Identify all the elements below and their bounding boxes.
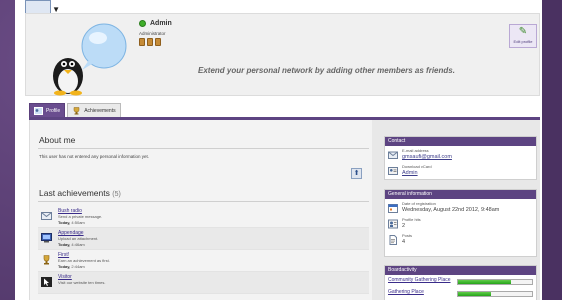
list-item: Visitor Visit our website ten times. bbox=[38, 272, 369, 294]
vcard-icon bbox=[388, 167, 398, 175]
date-time: 2:44am bbox=[71, 264, 85, 269]
monitor-icon bbox=[41, 233, 52, 243]
date-label: Today, bbox=[58, 242, 71, 247]
registration-value: Wednesday, August 22nd 2012, 9:48am bbox=[402, 207, 500, 213]
rank-icon bbox=[147, 38, 153, 46]
achievement-date: Today, 2:44am bbox=[58, 264, 110, 270]
about-title: About me bbox=[39, 135, 76, 145]
board-link[interactable]: Community Gathering Place bbox=[388, 277, 457, 283]
list-item: Bush radio Send a private message. Today… bbox=[38, 206, 369, 228]
board-link[interactable]: Gathering Place bbox=[388, 289, 457, 295]
trophy-icon bbox=[43, 255, 50, 265]
document-icon bbox=[389, 235, 397, 245]
username: Admin bbox=[150, 20, 172, 27]
achievements-count: (5) bbox=[112, 191, 121, 198]
general-info-title: General information bbox=[385, 190, 536, 199]
email-row: E-mail address gmsaufi@gmail.com bbox=[385, 146, 536, 162]
rank-icon bbox=[155, 38, 161, 46]
profile-hits-icon bbox=[388, 219, 398, 229]
divider bbox=[38, 201, 369, 202]
posts-value: 4 bbox=[402, 239, 406, 245]
scroll-to-top-button[interactable]: ⬆ bbox=[351, 168, 362, 179]
sidebar: Contact E-mail address gmsaufi@gmail.com bbox=[372, 120, 540, 300]
achievement-date: Today, 4:50am bbox=[58, 220, 102, 226]
extend-network-message: Extend your personal network by adding o… bbox=[198, 66, 455, 75]
vcard-link[interactable]: Admin bbox=[402, 170, 432, 176]
email-link[interactable]: gmsaufi@gmail.com bbox=[402, 154, 452, 160]
date-time: 4:50am bbox=[71, 220, 85, 225]
contact-title: Contact bbox=[385, 137, 536, 146]
posts-row: Posts 4 bbox=[385, 231, 536, 247]
pencil-icon: ✎ bbox=[518, 26, 528, 37]
cursor-icon bbox=[41, 277, 52, 287]
achievement-desc: Visit our website ten times. bbox=[58, 280, 106, 285]
activity-bar-fill bbox=[457, 292, 492, 296]
profile-tabs: Profile Achievements bbox=[29, 103, 121, 117]
profile-hits-value: 2 bbox=[402, 223, 406, 229]
registration-row: Date of registration Wednesday, August 2… bbox=[385, 199, 536, 215]
avatar bbox=[53, 23, 127, 96]
tab-label: Achievements bbox=[84, 107, 116, 114]
menu-dropdown-icon[interactable]: ▼ bbox=[25, 0, 60, 14]
user-role: Administrator bbox=[139, 31, 166, 36]
activity-bar bbox=[456, 279, 533, 285]
achievements-list: Bush radio Send a private message. Today… bbox=[38, 206, 369, 294]
contact-box: Contact E-mail address gmsaufi@gmail.com bbox=[384, 136, 537, 180]
list-item: Appendage Upload an attachment. Today, 4… bbox=[38, 228, 369, 250]
rank-icon bbox=[139, 38, 145, 46]
achievements-title: Last achievements (5) bbox=[39, 188, 121, 198]
online-status-icon bbox=[139, 20, 146, 27]
achievement-date: Today, 4:46am bbox=[58, 242, 98, 248]
tab-achievements[interactable]: Achievements bbox=[67, 103, 121, 117]
envelope-icon bbox=[41, 212, 52, 220]
profile-icon bbox=[34, 106, 43, 115]
board-activity-row: Gathering Place bbox=[385, 287, 536, 299]
activity-bar-fill bbox=[457, 280, 512, 284]
edit-profile-label: Edit profile bbox=[513, 39, 533, 44]
date-label: Today, bbox=[58, 264, 71, 269]
boardactivity-box: Boardactivity Community Gathering Place … bbox=[384, 265, 537, 300]
general-info-box: General information Date of registration… bbox=[384, 189, 537, 257]
vcard-row: Download vCard Admin bbox=[385, 162, 536, 178]
about-text: This user has not entered any personal i… bbox=[39, 154, 150, 159]
profile-header: Admin Administrator ✎ Edit profile Exten… bbox=[25, 13, 540, 96]
boardactivity-title: Boardactivity bbox=[385, 266, 536, 275]
envelope-icon bbox=[388, 151, 398, 159]
date-time: 4:46am bbox=[71, 242, 85, 247]
board-activity-row: Community Gathering Place bbox=[385, 275, 536, 287]
edit-profile-button[interactable]: ✎ Edit profile bbox=[509, 24, 537, 48]
calendar-icon bbox=[388, 204, 398, 213]
tab-profile[interactable]: Profile bbox=[29, 103, 66, 117]
trophy-icon bbox=[73, 106, 80, 114]
page: ▼ Admin Administrator ✎ Edit profile Ext… bbox=[15, 0, 542, 300]
date-label: Today, bbox=[58, 220, 71, 225]
main-content: About me This user has not entered any p… bbox=[29, 120, 372, 300]
achievements-title-text: Last achievements bbox=[39, 188, 110, 198]
tab-label: Profile bbox=[46, 107, 61, 114]
activity-bar bbox=[456, 291, 533, 297]
profile-hits-row: Profile hits 2 bbox=[385, 215, 536, 231]
list-item: First! Earn an achievement as first. Tod… bbox=[38, 250, 369, 272]
rank-images bbox=[139, 38, 161, 46]
divider bbox=[38, 148, 369, 149]
